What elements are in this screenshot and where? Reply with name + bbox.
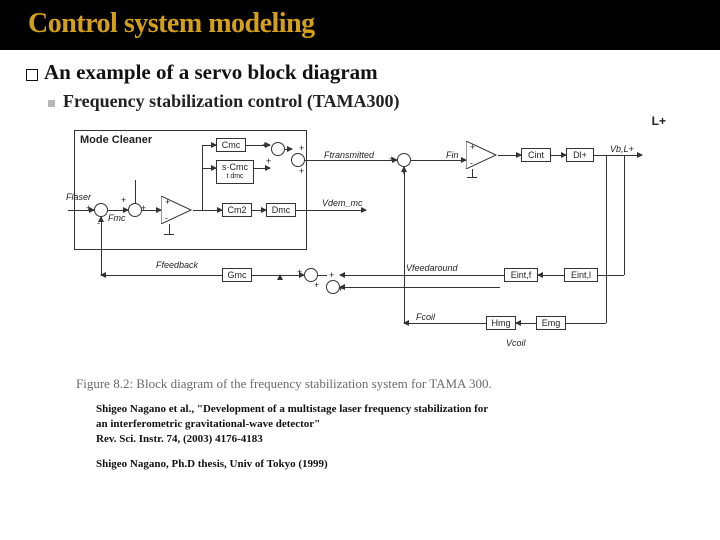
mini-square-icon bbox=[48, 100, 55, 107]
wire bbox=[108, 210, 128, 211]
block-scmc: s·Cmc t dmc bbox=[216, 160, 254, 184]
square-bullet-icon bbox=[26, 69, 38, 81]
content-area: An example of a servo block diagram Freq… bbox=[0, 50, 720, 477]
block-scmc-top: s·Cmc bbox=[219, 163, 251, 172]
wire bbox=[318, 275, 327, 276]
wire bbox=[285, 149, 292, 150]
wire bbox=[246, 145, 270, 146]
diagram-wrap: L+ Mode Cleaner Cmc s·Cmc t dmc + + + + bbox=[26, 120, 694, 370]
wire bbox=[404, 323, 486, 324]
sum-left-1 bbox=[94, 203, 108, 217]
wire bbox=[101, 217, 102, 275]
wire bbox=[467, 177, 477, 178]
title-bar: Control system modeling bbox=[0, 0, 720, 50]
label-vbl: Vb,L+ bbox=[610, 144, 634, 154]
heading-row: An example of a servo block diagram bbox=[26, 60, 694, 85]
slide-title: Control system modeling bbox=[28, 8, 692, 40]
sum-mid-top bbox=[397, 153, 411, 167]
block-emg: Emg bbox=[536, 316, 566, 330]
wire bbox=[340, 287, 500, 288]
label-flaser: Flaser bbox=[66, 192, 91, 202]
wire bbox=[101, 275, 222, 276]
label-fmc: Fmc bbox=[108, 213, 126, 223]
heading: An example of a servo block diagram bbox=[44, 60, 378, 85]
label-vfeedaround: Vfeedaround bbox=[406, 263, 458, 273]
label-fin: Fin bbox=[446, 150, 459, 160]
block-dmc: Dmc bbox=[266, 203, 296, 217]
wire bbox=[566, 323, 606, 324]
wire bbox=[202, 145, 216, 146]
block-hmg: Hmg bbox=[486, 316, 516, 330]
label-mode-cleaner: Mode Cleaner bbox=[80, 134, 152, 146]
wire bbox=[202, 210, 222, 211]
block-cint: Cint bbox=[521, 148, 551, 162]
wire bbox=[164, 234, 174, 235]
wire bbox=[193, 210, 202, 211]
wire bbox=[404, 167, 405, 323]
wire bbox=[551, 155, 566, 156]
slide: Control system modeling An example of a … bbox=[0, 0, 720, 540]
label-vcoil: Vcoil bbox=[506, 338, 526, 348]
wire bbox=[538, 275, 564, 276]
block-gmc: Gmc bbox=[222, 268, 252, 282]
wire bbox=[624, 155, 625, 275]
block-diagram: L+ Mode Cleaner Cmc s·Cmc t dmc + + + + bbox=[66, 120, 666, 370]
wire bbox=[202, 168, 216, 169]
wire bbox=[169, 224, 170, 234]
wire bbox=[606, 155, 607, 323]
ref1-line2: an interferometric gravitational-wave de… bbox=[96, 417, 624, 432]
block-eintf: Eint,f bbox=[504, 268, 538, 282]
label-vdemmc: Vdem_mc bbox=[322, 198, 363, 208]
sum-upper-1 bbox=[271, 142, 285, 156]
block-cm2: Cm2 bbox=[222, 203, 252, 217]
wire bbox=[340, 275, 504, 276]
wire bbox=[142, 210, 161, 211]
wire bbox=[472, 169, 473, 177]
wire bbox=[252, 210, 266, 211]
subheading: Frequency stabilization control (TAMA300… bbox=[63, 91, 399, 112]
sum-upper-2 bbox=[291, 153, 305, 167]
wire bbox=[598, 275, 624, 276]
block-eintl: Eint,l bbox=[564, 268, 598, 282]
ref2: Shigeo Nagano, Ph.D thesis, Univ of Toky… bbox=[96, 457, 624, 472]
label-ffeedback: Ffeedback bbox=[156, 260, 198, 270]
wire bbox=[594, 155, 642, 156]
wire bbox=[135, 180, 136, 203]
references: Shigeo Nagano et al., "Development of a … bbox=[26, 402, 694, 471]
wire bbox=[305, 160, 397, 161]
subheading-row: Frequency stabilization control (TAMA300… bbox=[26, 91, 694, 112]
label-l-plus: L+ bbox=[652, 114, 666, 128]
block-scmc-bot: t dmc bbox=[219, 172, 251, 181]
wire bbox=[498, 155, 521, 156]
figure-caption: Figure 8.2: Block diagram of the frequen… bbox=[26, 370, 694, 402]
wire bbox=[411, 160, 466, 161]
label-fcoil: Fcoil bbox=[416, 312, 435, 322]
ref1-line3: Rev. Sci. Instr. 74, (2003) 4176-4183 bbox=[96, 432, 624, 447]
wire bbox=[296, 210, 366, 211]
block-cmc: Cmc bbox=[216, 138, 246, 152]
ref1-line1: Shigeo Nagano et al., "Development of a … bbox=[96, 402, 624, 417]
wire bbox=[202, 145, 203, 210]
wire bbox=[516, 323, 536, 324]
wire bbox=[254, 168, 270, 169]
label-ftransmitted: Ftransmitted bbox=[324, 150, 374, 160]
block-dlpl: Dl+ bbox=[566, 148, 594, 162]
sum-left-2 bbox=[128, 203, 142, 217]
